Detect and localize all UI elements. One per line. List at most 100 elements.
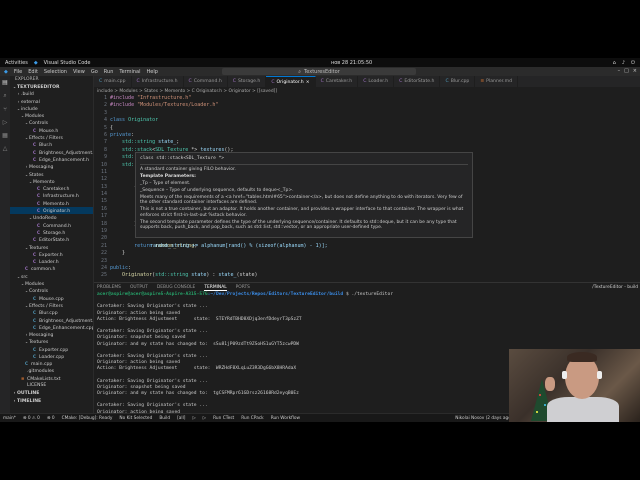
panel-tab-debug-console[interactable]: DEBUG CONSOLE	[157, 285, 195, 290]
run-debug-icon[interactable]: ▷	[3, 119, 8, 126]
tree-row[interactable]: C Edge_Enhancement.cpp	[10, 324, 93, 331]
tree-row[interactable]: C Mouse.cpp	[10, 295, 93, 302]
status-item[interactable]: Run CTest	[213, 416, 234, 421]
tree-row[interactable]: ⌄Effects / Filters	[10, 302, 93, 309]
editor-tab[interactable]: ≡ Planner.md	[475, 76, 518, 87]
tree-label: Memento	[33, 179, 55, 185]
panel-tab-problems[interactable]: PROBLEMS	[97, 285, 121, 290]
tree-row[interactable]: C Mouse.h	[10, 127, 93, 134]
menu-item[interactable]: View	[73, 69, 85, 75]
menu-item[interactable]: Go	[91, 69, 98, 75]
tree-row[interactable]: ⌄Effects / Filters	[10, 134, 93, 141]
tree-row[interactable]: C Memento.h	[10, 200, 93, 207]
panel-tab-ports[interactable]: PORTS	[236, 285, 250, 290]
tree-row[interactable]: C Brightness_Adjustment.h	[10, 149, 93, 156]
search-icon[interactable]: ⌕	[3, 92, 6, 100]
tree-row[interactable]: C Blur.cpp	[10, 309, 93, 316]
tree-row[interactable]: ⌄Modules	[10, 280, 93, 287]
power-icon[interactable]: ⏻	[631, 60, 635, 66]
status-item[interactable]: main*	[3, 416, 16, 421]
tree-row[interactable]: C Command.h	[10, 222, 93, 229]
tree-row[interactable]: .gitmodules	[10, 368, 93, 375]
tree-row[interactable]: C Exporter.h	[10, 251, 93, 258]
maximize-icon[interactable]: □	[624, 68, 629, 74]
menu-item[interactable]: Selection	[44, 69, 67, 75]
network-icon[interactable]: ⌂	[613, 60, 616, 66]
cmake-icon[interactable]: △	[3, 145, 8, 152]
breadcrumb[interactable]: include > Modules > States > Memento > C…	[94, 87, 640, 95]
status-item[interactable]: Build	[159, 416, 170, 421]
status-item[interactable]: Run CPack	[241, 416, 264, 421]
tree-row[interactable]: ≡ CMakeLists.txt	[10, 375, 93, 382]
tree-row[interactable]: ⌄Controls	[10, 119, 93, 126]
tree-row[interactable]: ⌄TEXTUREEDITOR	[10, 83, 93, 90]
tree-row[interactable]: C EditorState.h	[10, 236, 93, 243]
tree-row[interactable]: ⌄States	[10, 171, 93, 178]
status-item[interactable]: CMake: [Debug]: Ready	[62, 416, 113, 421]
tree-row[interactable]: C Loader.h	[10, 258, 93, 265]
panel-tab-output[interactable]: OUTPUT	[130, 285, 148, 290]
command-center[interactable]: ⌕ TexturesEditor	[222, 68, 416, 75]
panel-tab-terminal[interactable]: TERMINAL	[204, 285, 227, 291]
editor-tab[interactable]: C Command.h	[184, 76, 228, 87]
status-item[interactable]: ▷	[192, 416, 195, 421]
tree-row[interactable]: C Blur.h	[10, 141, 93, 148]
tree-row[interactable]: C Originator.h	[10, 207, 93, 215]
status-item[interactable]: [all]	[177, 416, 185, 421]
status-item[interactable]: Nikolai Nosov (2 days ago)	[455, 416, 512, 421]
menu-item[interactable]: File	[14, 69, 22, 75]
tree-row[interactable]: C Caretaker.h	[10, 185, 93, 192]
editor-tab[interactable]: C Caretaker.h	[316, 76, 359, 87]
tree-row[interactable]: › external	[10, 98, 93, 105]
tree-row[interactable]: CBrightness_Adjustment.cpp	[10, 317, 93, 324]
tree-row[interactable]: LICENSE	[10, 382, 93, 389]
status-item[interactable]: ▷	[203, 416, 206, 421]
tree-row[interactable]: › .build	[10, 90, 93, 97]
extensions-icon[interactable]: ▦	[2, 132, 8, 139]
minimize-icon[interactable]: –	[618, 68, 621, 74]
tree-row[interactable]: ⌄Textures	[10, 244, 93, 251]
editor-tab[interactable]: C Originator.h ×	[266, 76, 316, 87]
terminal-instance[interactable]: /TextureEditor - build	[592, 285, 638, 290]
menu-item[interactable]: Run	[104, 69, 114, 75]
editor-tab[interactable]: Cmain.cpp	[94, 76, 132, 87]
tree-row[interactable]: C Infrastructure.h	[10, 192, 93, 199]
source-control-icon[interactable]: ⑂	[3, 106, 7, 113]
explorer-icon[interactable]: ▤	[2, 79, 8, 86]
app-name[interactable]: Visual Studio Code	[44, 60, 91, 66]
tree-row[interactable]: ⌄src	[10, 273, 93, 280]
tree-row[interactable]: › TIMELINE	[10, 397, 93, 404]
status-item[interactable]: No Kit Selected	[119, 416, 152, 421]
activities-button[interactable]: Activities	[5, 60, 28, 66]
tree-row[interactable]: ⌄Textures	[10, 338, 93, 345]
status-item[interactable]: ⊗ 0 ⚠ 0	[23, 416, 40, 421]
tree-row[interactable]: › OUTLINE	[10, 389, 93, 396]
editor-tab[interactable]: C EditorState.h	[394, 76, 441, 87]
editor-tab[interactable]: C Storage.h	[228, 76, 267, 87]
tree-row[interactable]: ⌄Memento	[10, 178, 93, 185]
tree-row[interactable]: › Messaging	[10, 163, 93, 170]
editor-tab[interactable]: C Loader.h	[358, 76, 395, 87]
editor-tab[interactable]: C Blur.cpp	[440, 76, 476, 87]
tree-row[interactable]: C Loader.cpp	[10, 353, 93, 360]
close-icon[interactable]: ×	[633, 68, 637, 74]
tree-row[interactable]: C Storage.h	[10, 229, 93, 236]
tree-row[interactable]: Ccommon.h	[10, 265, 93, 272]
editor-tab[interactable]: C Infrastructure.h	[132, 76, 184, 87]
tree-row[interactable]: Cmain.cpp	[10, 360, 93, 367]
status-item[interactable]: Run Workflow	[271, 416, 300, 421]
tree-row[interactable]: ⌄Modules	[10, 112, 93, 119]
volume-icon[interactable]: ♪	[622, 60, 625, 66]
tree-row[interactable]: › Messaging	[10, 331, 93, 338]
tree-row[interactable]: C Edge_Enhancement.h	[10, 156, 93, 163]
tree-row[interactable]: C Exporter.cpp	[10, 346, 93, 353]
menu-item[interactable]: Help	[147, 69, 158, 75]
tree-row[interactable]: ⌄UndoRedo	[10, 214, 93, 221]
close-icon[interactable]: ×	[306, 80, 310, 85]
tree-row[interactable]: ⌄include	[10, 105, 93, 112]
clock[interactable]: нов 28 21:05:50	[331, 60, 372, 66]
tree-row[interactable]: ⌄Controls	[10, 287, 93, 294]
menu-item[interactable]: Edit	[28, 69, 38, 75]
menu-item[interactable]: Terminal	[119, 69, 140, 75]
status-item[interactable]: ⊗ 0	[47, 416, 55, 421]
